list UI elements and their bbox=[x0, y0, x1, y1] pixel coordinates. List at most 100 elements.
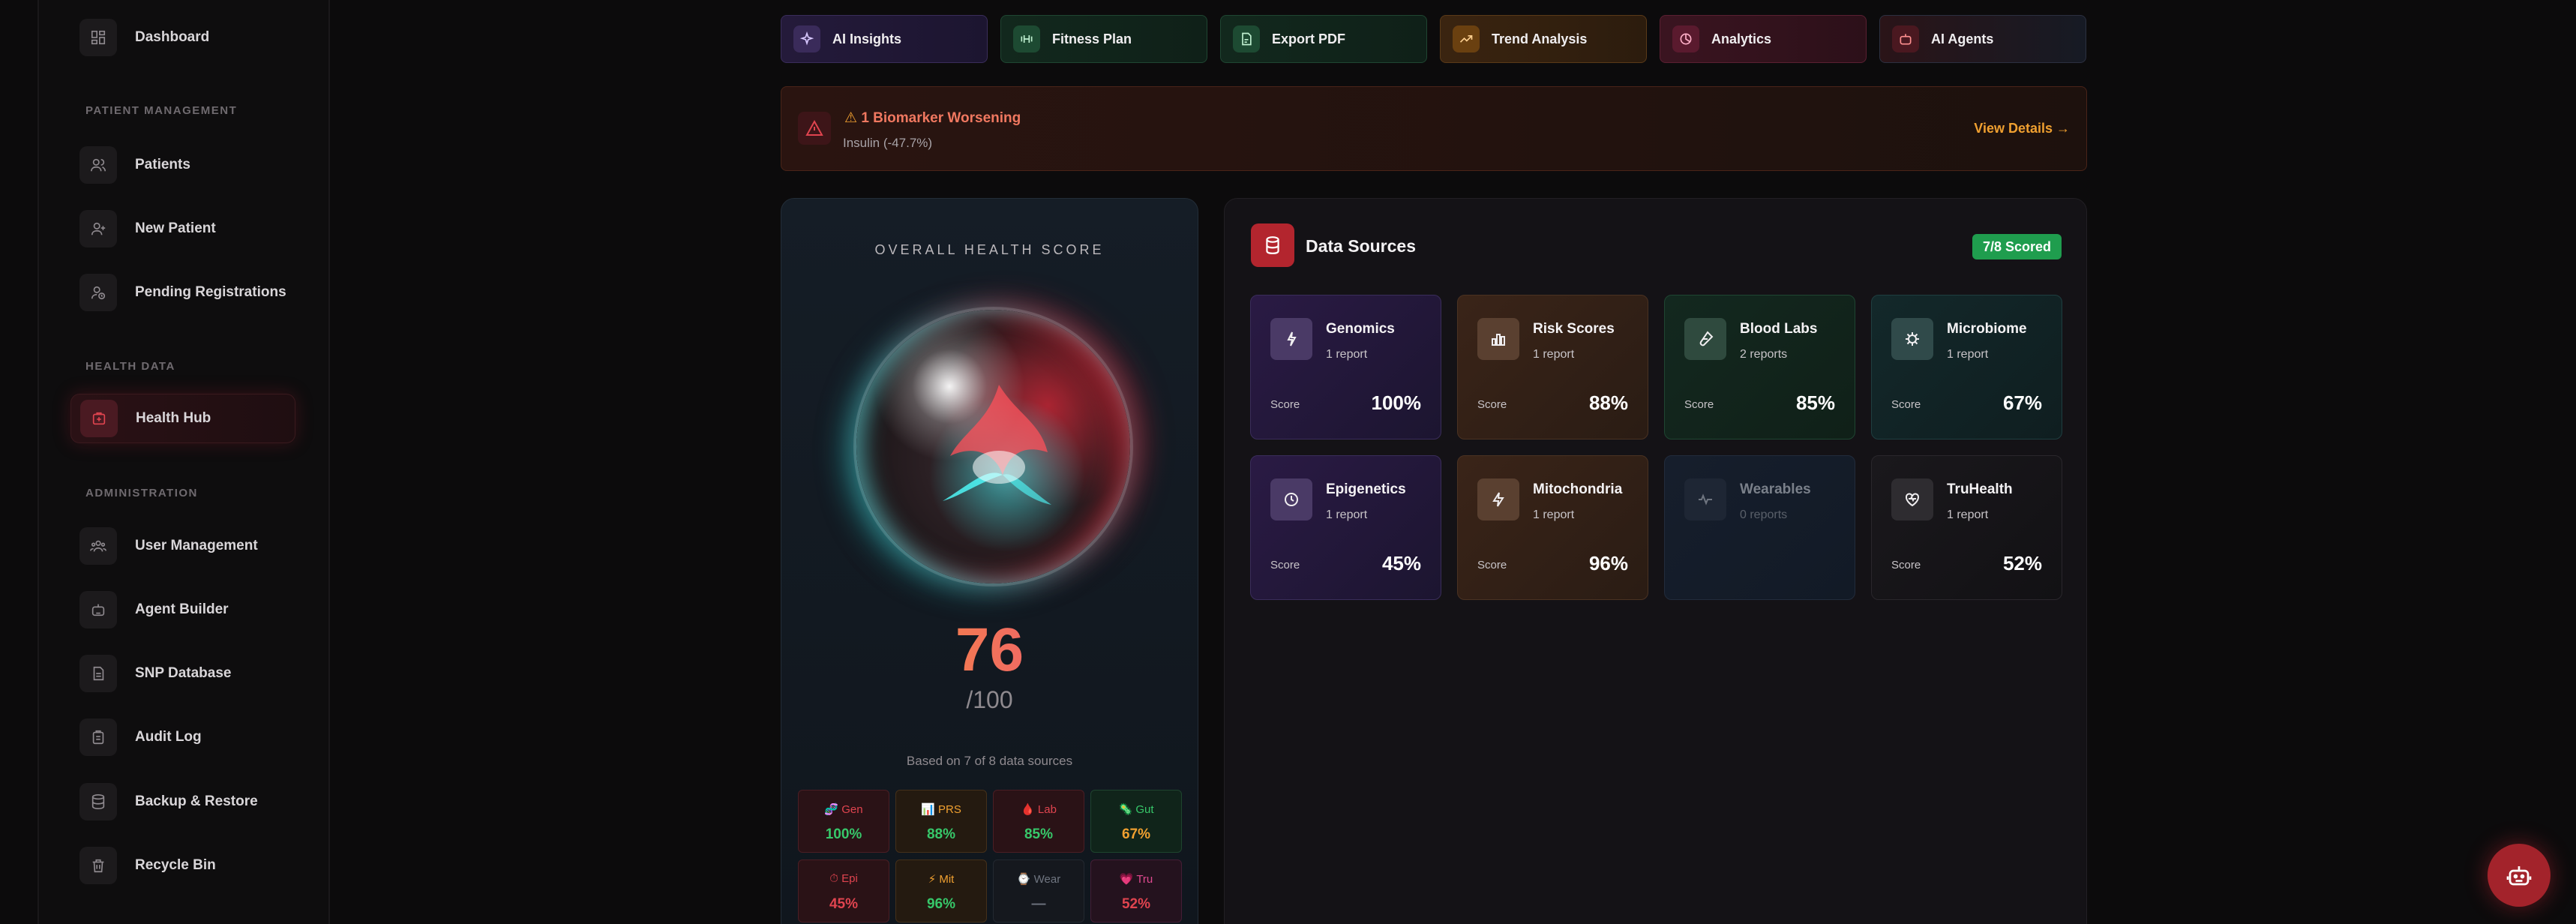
source-card-mitochondria[interactable]: Mitochondria 1 report Score 96% bbox=[1457, 455, 1648, 600]
source-reports: 2 reports bbox=[1740, 348, 1788, 361]
export-pdf-button[interactable]: Export PDF bbox=[1220, 15, 1427, 63]
heart-pulse-icon bbox=[1891, 478, 1933, 520]
sidebar-item-label: User Management bbox=[135, 538, 258, 554]
score-label: Score bbox=[1477, 559, 1507, 572]
health-score-title: OVERALL HEALTH SCORE bbox=[874, 242, 1105, 257]
document-icon bbox=[79, 655, 117, 692]
breakdown-label: Tru bbox=[1136, 873, 1153, 886]
sidebar-item-new-patient[interactable]: New Patient bbox=[70, 204, 295, 254]
source-name: Microbiome bbox=[1947, 321, 2027, 337]
breakdown-label: Gut bbox=[1135, 803, 1154, 816]
sidebar-item-label: SNP Database bbox=[135, 665, 232, 681]
source-card-epigenetics[interactable]: Epigenetics 1 report Score 45% bbox=[1250, 455, 1441, 600]
section-label-administration: ADMINISTRATION bbox=[85, 487, 198, 500]
view-details-link[interactable]: View Details → bbox=[1974, 121, 2070, 136]
source-reports: 1 report bbox=[1947, 348, 1989, 361]
ai-insights-label: AI Insights bbox=[832, 31, 902, 46]
fitness-plan-label: Fitness Plan bbox=[1052, 31, 1132, 46]
clock-icon: ⏱ bbox=[829, 872, 838, 885]
source-card-truhealth[interactable]: TruHealth 1 report Score 52% bbox=[1871, 455, 2062, 600]
score-label: Score bbox=[1270, 398, 1300, 411]
source-name: Blood Labs bbox=[1740, 321, 1818, 337]
data-sources-panel: Data Sources 7/8 Scored Genomics 1 repor… bbox=[1224, 198, 2087, 924]
microbe-icon: 🦠 bbox=[1118, 803, 1133, 816]
breakdown-value: 88% bbox=[926, 826, 956, 842]
alert-title-text: 1 Biomarker Worsening bbox=[861, 110, 1021, 126]
sidebar-item-pending-registrations[interactable]: Pending Registrations bbox=[70, 268, 295, 317]
analytics-icon bbox=[1672, 26, 1699, 52]
source-reports: 1 report bbox=[1947, 508, 1989, 521]
sidebar-item-user-management[interactable]: User Management bbox=[70, 521, 295, 571]
breakdown-value: — bbox=[1031, 896, 1046, 912]
sidebar-item-snp-database[interactable]: SNP Database bbox=[70, 649, 295, 698]
breakdown-label: PRS bbox=[938, 803, 961, 816]
sidebar-item-label: New Patient bbox=[135, 220, 216, 236]
source-score: 85% bbox=[1795, 392, 1835, 414]
ai-agents-label: AI Agents bbox=[1931, 31, 1994, 46]
analytics-button[interactable]: Analytics bbox=[1660, 15, 1867, 63]
source-name: Mitochondria bbox=[1533, 482, 1623, 497]
breakdown-value: 96% bbox=[926, 896, 956, 912]
breakdown-item-tru: 💗 Tru 52% bbox=[1090, 860, 1182, 922]
health-hub-icon bbox=[80, 400, 118, 437]
breakdown-item-epi: ⏱ Epi 45% bbox=[798, 860, 889, 922]
health-score-value: 76 bbox=[781, 615, 1198, 686]
data-sources-title: Data Sources bbox=[1306, 236, 1417, 256]
orb-leaf-shape bbox=[943, 385, 1051, 505]
breakdown-label: Gen bbox=[841, 803, 863, 816]
dna-icon bbox=[1270, 318, 1312, 360]
clipboard-icon bbox=[79, 718, 117, 756]
ai-agents-button[interactable]: AI Agents bbox=[1879, 15, 2086, 63]
biomarker-alert: ⚠ 1 Biomarker Worsening Insulin (-47.7%)… bbox=[781, 86, 2087, 171]
section-label-health-data: HEALTH DATA bbox=[85, 360, 175, 373]
sidebar-item-agent-builder[interactable]: Agent Builder bbox=[70, 585, 295, 634]
bar-chart-icon: 📊 bbox=[921, 803, 935, 816]
robot-icon bbox=[1892, 26, 1919, 52]
sidebar-item-dashboard[interactable]: Dashboard bbox=[70, 13, 295, 62]
breakdown-label: Wear bbox=[1033, 873, 1061, 886]
test-tube-icon bbox=[1684, 318, 1726, 360]
alert-title: ⚠ 1 Biomarker Worsening bbox=[844, 110, 1021, 127]
fitness-plan-button[interactable]: Fitness Plan bbox=[1000, 15, 1207, 63]
source-reports: 1 report bbox=[1326, 348, 1368, 361]
trend-analysis-button[interactable]: Trend Analysis bbox=[1440, 15, 1647, 63]
source-name: Risk Scores bbox=[1533, 321, 1615, 337]
scored-badge: 7/8 Scored bbox=[1972, 234, 2062, 260]
dashboard-icon bbox=[79, 19, 117, 56]
export-pdf-label: Export PDF bbox=[1272, 31, 1346, 46]
analytics-label: Analytics bbox=[1711, 31, 1772, 46]
breakdown-item-lab: 🩸 Lab 85% bbox=[993, 790, 1084, 853]
sidebar-item-label: Agent Builder bbox=[135, 602, 229, 617]
source-card-wearables[interactable]: Wearables 0 reports bbox=[1664, 455, 1855, 600]
sidebar-item-backup-restore[interactable]: Backup & Restore bbox=[70, 777, 295, 826]
sidebar-item-patients[interactable]: Patients bbox=[70, 140, 295, 190]
breakdown-item-wear: ⌚ Wear — bbox=[993, 860, 1084, 922]
health-score-basis: Based on 7 of 8 data sources bbox=[906, 754, 1073, 768]
dumbbell-icon bbox=[1013, 26, 1040, 52]
microbe-icon bbox=[1891, 318, 1933, 360]
user-group-icon bbox=[79, 527, 117, 565]
trash-icon bbox=[79, 847, 117, 884]
sidebar-item-label: Health Hub bbox=[136, 410, 211, 426]
source-name: Epigenetics bbox=[1326, 482, 1406, 497]
ai-insights-button[interactable]: AI Insights bbox=[781, 15, 988, 63]
breakdown-value: 45% bbox=[829, 896, 859, 912]
source-name: TruHealth bbox=[1947, 482, 2013, 497]
sidebar-item-health-hub[interactable]: Health Hub bbox=[70, 394, 295, 443]
source-card-microbiome[interactable]: Microbiome 1 report Score 67% bbox=[1871, 295, 2062, 440]
sidebar-item-recycle-bin[interactable]: Recycle Bin bbox=[70, 841, 295, 890]
alert-triangle-icon bbox=[798, 112, 831, 145]
assistant-chat-button[interactable] bbox=[2488, 844, 2551, 907]
source-score: 96% bbox=[1588, 552, 1628, 574]
source-card-risk-scores[interactable]: Risk Scores 1 report Score 88% bbox=[1457, 295, 1648, 440]
source-card-blood-labs[interactable]: Blood Labs 2 reports Score 85% bbox=[1664, 295, 1855, 440]
source-score: 100% bbox=[1371, 392, 1422, 414]
sidebar-item-audit-log[interactable]: Audit Log bbox=[70, 712, 295, 762]
sidebar-item-label: Backup & Restore bbox=[135, 794, 258, 809]
health-score-panel: OVERALL HEALTH SCORE 76 /100 Based on 7 … bbox=[781, 198, 1198, 924]
source-card-genomics[interactable]: Genomics 1 report Score 100% bbox=[1250, 295, 1441, 440]
source-reports: 1 report bbox=[1533, 508, 1575, 521]
score-label: Score bbox=[1891, 398, 1921, 411]
source-reports: 1 report bbox=[1326, 508, 1368, 521]
sidebar: Dashboard PATIENT MANAGEMENT Patients Ne… bbox=[37, 0, 330, 924]
